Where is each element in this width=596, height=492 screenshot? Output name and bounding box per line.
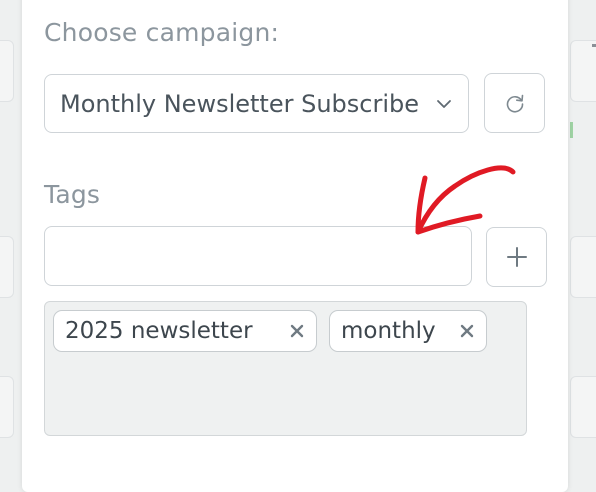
close-icon[interactable] — [458, 322, 476, 340]
background-field — [0, 376, 14, 438]
tag-chip: monthly — [329, 310, 487, 352]
close-icon[interactable] — [288, 322, 306, 340]
tags-label: Tags — [44, 180, 101, 209]
campaign-label: Choose campaign: — [44, 18, 280, 47]
refresh-icon — [506, 94, 523, 113]
plus-icon — [506, 247, 527, 267]
annotation-arrow-icon — [415, 165, 516, 235]
campaign-selected-value: Monthly Newsletter Subscribers — [60, 89, 420, 118]
background-indicator — [592, 44, 596, 47]
campaign-select[interactable]: Monthly Newsletter Subscribers — [44, 74, 469, 133]
background-field — [0, 236, 14, 298]
tag-chip-label: 2025 newsletter — [65, 318, 253, 344]
background-indicator — [570, 122, 573, 138]
chevron-down-icon — [437, 100, 451, 108]
background-field — [570, 40, 596, 102]
background-field — [570, 376, 596, 438]
refresh-button[interactable] — [484, 73, 545, 133]
tag-chip: 2025 newsletter — [53, 310, 317, 352]
tag-chip-label: monthly — [341, 318, 436, 344]
background-field — [570, 236, 596, 298]
background-field — [0, 40, 14, 102]
